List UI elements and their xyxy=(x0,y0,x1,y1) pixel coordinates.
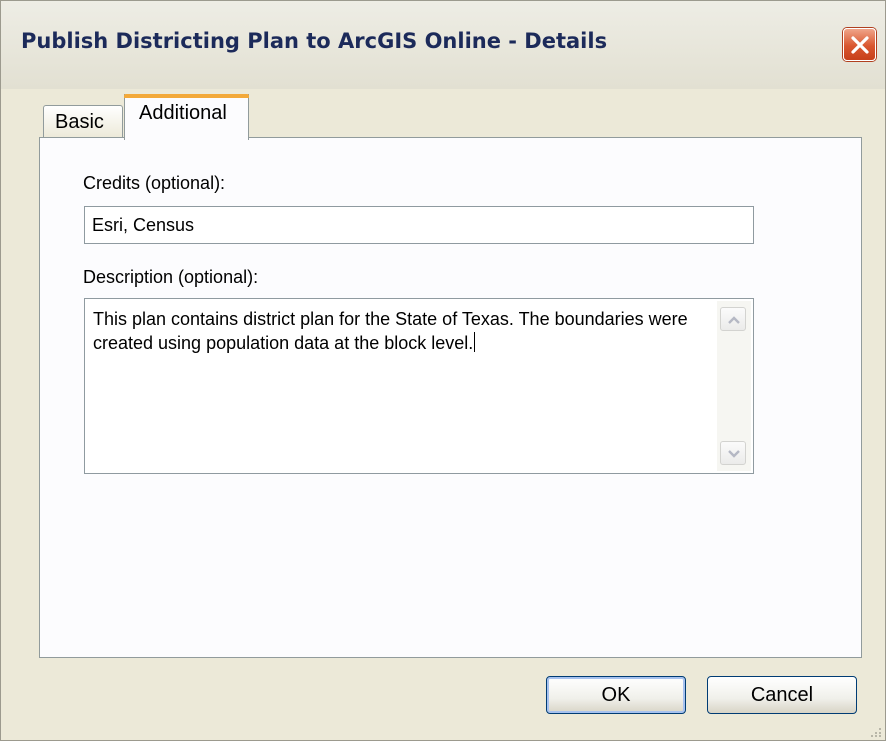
cancel-button[interactable]: Cancel xyxy=(707,676,857,714)
credits-label: Credits (optional): xyxy=(83,173,226,193)
dialog-title: Publish Districting Plan to ArcGIS Onlin… xyxy=(21,29,608,53)
title-bar[interactable]: Publish Districting Plan to ArcGIS Onlin… xyxy=(1,1,885,89)
tab-basic-label: Basic xyxy=(55,111,104,133)
chevron-down-icon xyxy=(728,450,740,458)
tab-basic[interactable]: Basic xyxy=(43,105,123,138)
chevron-up-icon xyxy=(728,316,740,324)
dialog-window: Publish Districting Plan to ArcGIS Onlin… xyxy=(0,0,886,741)
description-scrollbar[interactable] xyxy=(717,301,751,471)
selected-tab-highlight xyxy=(124,94,249,98)
description-label: Description (optional): xyxy=(83,267,259,287)
tab-additional-label: Additional xyxy=(139,102,227,124)
tab-additional[interactable]: Additional xyxy=(124,94,249,140)
close-icon xyxy=(851,36,869,54)
description-value: This plan contains district plan for the… xyxy=(93,309,688,353)
scroll-up-button[interactable] xyxy=(720,307,746,331)
credits-input[interactable] xyxy=(84,206,754,244)
description-textarea[interactable]: This plan contains district plan for the… xyxy=(84,298,754,474)
scroll-down-button[interactable] xyxy=(720,441,746,465)
resize-grip-icon[interactable] xyxy=(869,726,883,738)
text-caret xyxy=(474,332,476,352)
ok-button[interactable]: OK xyxy=(546,676,686,714)
description-text: This plan contains district plan for the… xyxy=(93,307,713,355)
close-button[interactable] xyxy=(843,28,876,61)
